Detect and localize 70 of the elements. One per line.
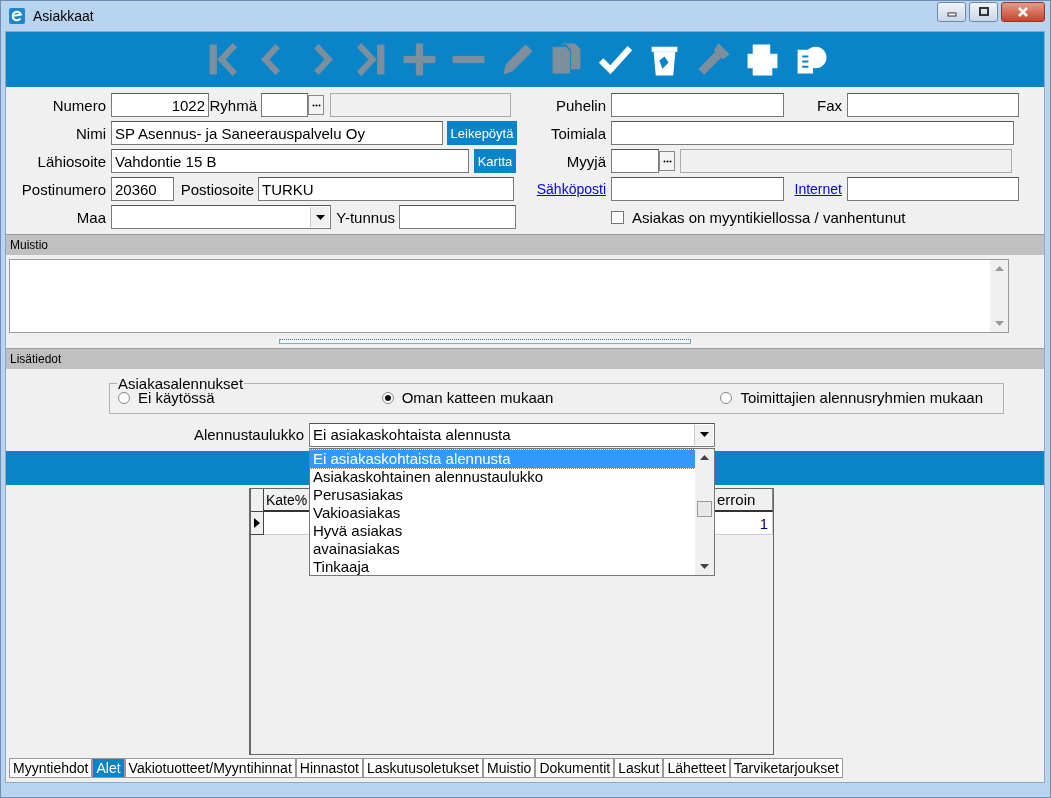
scroll-up-icon[interactable] bbox=[700, 454, 709, 460]
email-field[interactable] bbox=[611, 177, 784, 201]
website-field[interactable] bbox=[847, 177, 1019, 201]
field-label: Alennustaulukko bbox=[192, 426, 304, 443]
tab[interactable]: Vakiotuotteet/Myyntihinnat bbox=[124, 758, 296, 778]
tab[interactable]: Hinnastot bbox=[295, 758, 363, 778]
ellipsis-button[interactable] bbox=[659, 151, 675, 171]
checkbox-label: Asiakas on myyntikiellossa / vanhentunut bbox=[632, 208, 906, 226]
maximize-button[interactable] bbox=[969, 2, 998, 22]
section-header: Muistio bbox=[6, 234, 1044, 255]
address-field[interactable]: Vahdontie 15 B bbox=[111, 149, 469, 173]
scroll-down-icon[interactable] bbox=[700, 563, 709, 569]
checkbox[interactable] bbox=[611, 210, 624, 224]
fax-field[interactable] bbox=[847, 93, 1019, 117]
tab[interactable]: Tarviketarjoukset bbox=[729, 758, 843, 778]
tab[interactable]: Lähetteet bbox=[663, 758, 730, 778]
maximize-icon bbox=[977, 7, 990, 17]
email-link[interactable]: Sähköposti bbox=[531, 181, 606, 197]
scroll-thumb[interactable] bbox=[697, 500, 712, 517]
field-label: Postiosoite bbox=[179, 180, 255, 198]
group-title: Asiakasalennukset bbox=[117, 375, 245, 392]
ellipsis-icon bbox=[311, 103, 321, 107]
splitter-handle[interactable] bbox=[279, 338, 691, 344]
field-label: Numero bbox=[51, 96, 106, 114]
salesperson-field[interactable] bbox=[611, 149, 659, 173]
tab[interactable]: Muistio bbox=[483, 758, 536, 778]
field-label: Lähiosoite bbox=[36, 152, 106, 170]
tab[interactable]: Alet bbox=[92, 758, 125, 778]
business-id-field[interactable] bbox=[399, 205, 516, 229]
tab[interactable]: Laskutusoletukset bbox=[362, 758, 483, 778]
tab[interactable]: Dokumentit bbox=[535, 758, 615, 778]
ellipsis-button[interactable] bbox=[308, 95, 324, 115]
close-icon bbox=[1016, 6, 1030, 18]
tab[interactable]: Laskut bbox=[614, 758, 664, 778]
field-label: Myyjä bbox=[565, 152, 606, 170]
number-field[interactable]: 1022 bbox=[111, 93, 209, 117]
field-label: Fax bbox=[816, 96, 842, 114]
radio-option[interactable]: Oman katteen mukaan bbox=[381, 389, 554, 406]
tab[interactable]: Myyntiehdot bbox=[9, 758, 93, 778]
section-header: Lisätiedot bbox=[6, 348, 1044, 369]
ellipsis-icon bbox=[662, 159, 672, 163]
country-dropdown[interactable] bbox=[111, 205, 331, 229]
group-field[interactable] bbox=[261, 93, 308, 117]
window-title: Asiakkaat bbox=[33, 8, 94, 24]
internet-link[interactable]: Internet bbox=[784, 181, 842, 197]
radio-option[interactable]: Toimittajien alennusryhmien mukaan bbox=[720, 389, 983, 406]
dropdown-option[interactable]: Asiakaskohtainen alennustaulukko bbox=[310, 467, 695, 486]
field-label: Toimiala bbox=[549, 124, 606, 142]
dropdown-option[interactable]: Tinkaaja bbox=[310, 557, 695, 576]
close-button[interactable] bbox=[1001, 2, 1045, 22]
discount-table-dropdown[interactable]: Ei asiakaskohtaista alennusta bbox=[309, 422, 715, 447]
dropdown-option[interactable]: Hyvä asiakas bbox=[310, 521, 695, 540]
clipboard-button[interactable]: Leikepöytä bbox=[447, 121, 517, 145]
map-button[interactable]: Kartta bbox=[474, 149, 516, 173]
field-label: Puhelin bbox=[554, 96, 606, 114]
industry-field[interactable] bbox=[611, 121, 1014, 145]
field-label: Maa bbox=[75, 208, 106, 226]
notes-textarea[interactable] bbox=[9, 259, 1009, 333]
field-label: Postinumero bbox=[20, 180, 106, 198]
radio-option[interactable]: Ei käytössä bbox=[118, 389, 215, 406]
scrollbar[interactable] bbox=[695, 448, 714, 575]
field-label: Ryhmä bbox=[209, 96, 258, 114]
field-label: Nimi bbox=[75, 124, 106, 142]
field-label: Y-tunnus bbox=[335, 208, 396, 226]
city-field[interactable]: TURKU bbox=[258, 177, 514, 201]
dropdown-option[interactable]: avainasiakas bbox=[310, 539, 695, 558]
name-field[interactable]: SP Asennus- ja Saneerauspalvelu Oy bbox=[111, 121, 443, 145]
postal-code-field[interactable]: 20360 bbox=[111, 177, 174, 201]
phone-field[interactable] bbox=[611, 93, 784, 117]
app-icon bbox=[9, 8, 25, 24]
